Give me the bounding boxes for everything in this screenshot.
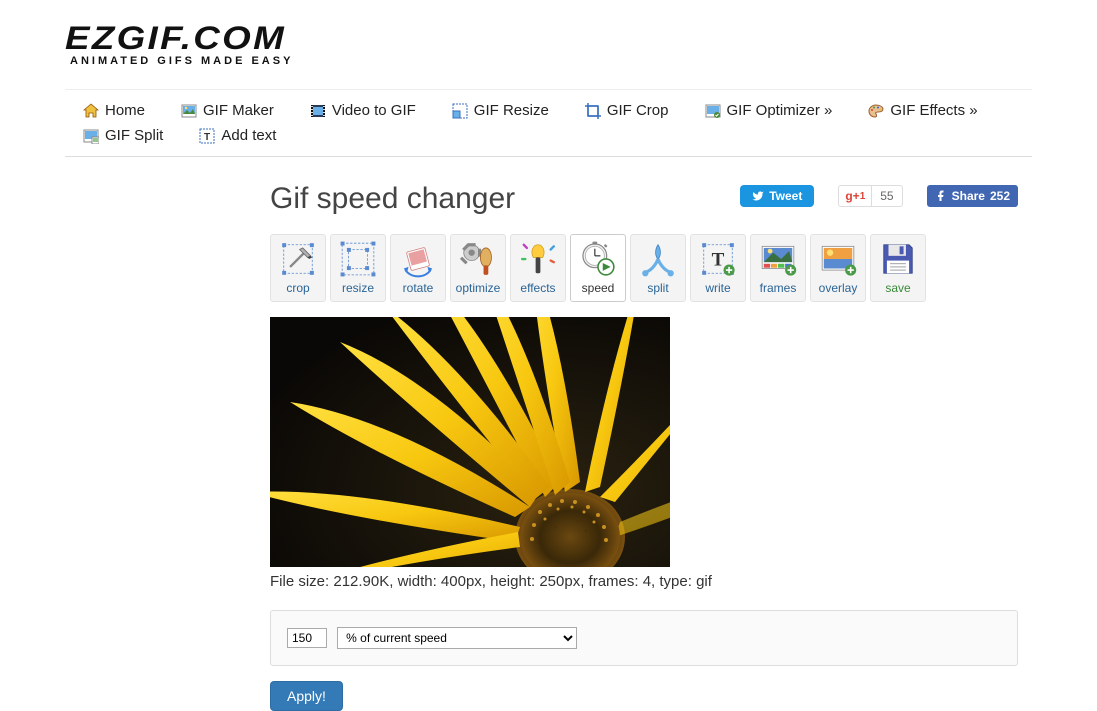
nav-add-text[interactable]: T Add text [181,123,294,148]
tool-label: frames [753,281,803,295]
file-info: File size: 212.90K, width: 400px, height… [270,573,1018,590]
svg-text:T: T [712,249,725,270]
resize-tool-icon [337,239,379,279]
palette-icon [868,103,884,119]
tool-crop[interactable]: crop [270,234,326,302]
tool-save[interactable]: save [870,234,926,302]
nav-video-to-gif[interactable]: Video to GIF [292,98,434,123]
facebook-icon [935,190,947,202]
optimize-icon [705,103,721,119]
tool-label: split [633,281,683,295]
nav-gif-maker[interactable]: GIF Maker [163,98,292,123]
crop-tool-icon [277,239,319,279]
nav-label: Home [105,102,145,119]
nav-label: GIF Maker [203,102,274,119]
write-tool-icon: T [697,239,739,279]
tool-write[interactable]: T write [690,234,746,302]
tool-rotate[interactable]: rotate [390,234,446,302]
speed-form: % of current speed [270,610,1018,666]
tweet-button[interactable]: Tweet [740,185,814,207]
tool-label: save [873,281,923,295]
tool-label: effects [513,281,563,295]
speed-mode-select[interactable]: % of current speed [337,627,577,649]
nav-gif-optimizer[interactable]: GIF Optimizer » [687,98,851,123]
gplus-button[interactable]: g+1 55 [838,185,902,207]
nav-gif-resize[interactable]: GIF Resize [434,98,567,123]
nav-label: GIF Crop [607,102,669,119]
nav-gif-split[interactable]: GIF Split [65,123,181,148]
nav-gif-effects[interactable]: GIF Effects » [850,98,995,123]
tool-frames[interactable]: frames [750,234,806,302]
site-logo[interactable]: EZGIF.COM ANIMATED GIFS MADE EASY [65,20,1032,67]
tool-overlay[interactable]: overlay [810,234,866,302]
nav-gif-crop[interactable]: GIF Crop [567,98,687,123]
fb-share-button[interactable]: Share 252 [927,185,1018,207]
logo-main: EZGIF.COM [65,20,1097,57]
split-icon [83,128,99,144]
tool-label: write [693,281,743,295]
nav-label: GIF Optimizer » [727,102,833,119]
gplus-icon: g+1 [839,186,872,206]
speed-tool-icon [577,239,619,279]
nav-label: GIF Effects » [890,102,977,119]
overlay-tool-icon [817,239,859,279]
tool-effects[interactable]: effects [510,234,566,302]
share-row: Tweet g+1 55 Share 252 [740,185,1018,207]
split-tool-icon [637,239,679,279]
tool-label: overlay [813,281,863,295]
tool-label: rotate [393,281,443,295]
tool-speed[interactable]: speed [570,234,626,302]
effects-tool-icon [517,239,559,279]
twitter-icon [752,190,764,202]
fb-share-count: 252 [990,189,1010,203]
flower-image [270,317,670,567]
fb-share-label: Share [952,189,985,203]
film-icon [310,103,326,119]
text-icon: T [199,128,215,144]
tool-label: optimize [453,281,503,295]
nav-label: Video to GIF [332,102,416,119]
svg-text:T: T [204,132,210,143]
nav-label: GIF Resize [474,102,549,119]
resize-icon [452,103,468,119]
tool-label: speed [573,281,623,295]
crop-icon [585,103,601,119]
frames-tool-icon [757,239,799,279]
home-icon [83,103,99,119]
preview-image [270,317,670,567]
apply-button[interactable]: Apply! [270,681,343,711]
nav-label: Add text [221,127,276,144]
main-nav: Home GIF Maker Video to GIF GIF Resize G… [65,89,1032,157]
header: EZGIF.COM ANIMATED GIFS MADE EASY [65,0,1032,79]
speed-input[interactable] [287,628,327,648]
tool-optimize[interactable]: optimize [450,234,506,302]
gplus-count: 55 [872,186,901,206]
image-icon [181,103,197,119]
optimize-tool-icon [457,239,499,279]
rotate-tool-icon [397,239,439,279]
save-tool-icon [877,239,919,279]
nav-label: GIF Split [105,127,163,144]
nav-home[interactable]: Home [65,98,163,123]
tool-row: crop resize rotate optimize effects spee [270,234,1018,302]
tool-resize[interactable]: resize [330,234,386,302]
tool-label: crop [273,281,323,295]
tweet-label: Tweet [769,189,802,203]
tool-label: resize [333,281,383,295]
tool-split[interactable]: split [630,234,686,302]
